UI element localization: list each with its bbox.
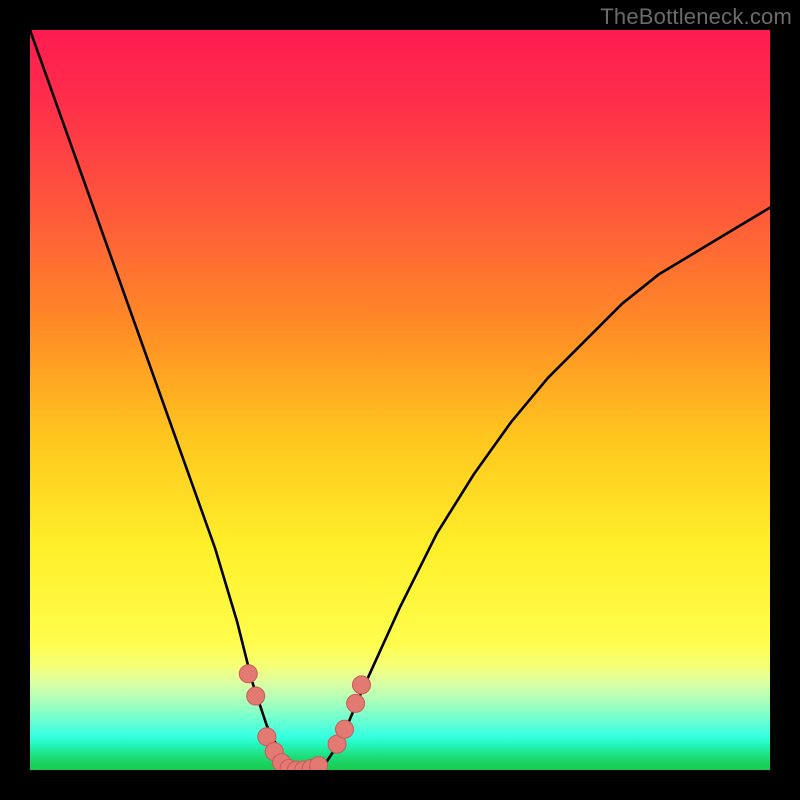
plot-area <box>30 30 770 770</box>
watermark-text: TheBottleneck.com <box>600 4 792 30</box>
trough-marker <box>239 665 257 683</box>
bottleneck-curve <box>30 30 770 770</box>
trough-marker <box>353 676 371 694</box>
trough-marker <box>336 720 354 738</box>
chart-stage: TheBottleneck.com <box>0 0 800 800</box>
curve-layer <box>30 30 770 770</box>
trough-marker <box>347 694 365 712</box>
trough-marker <box>310 757 328 770</box>
trough-marker <box>247 687 265 705</box>
